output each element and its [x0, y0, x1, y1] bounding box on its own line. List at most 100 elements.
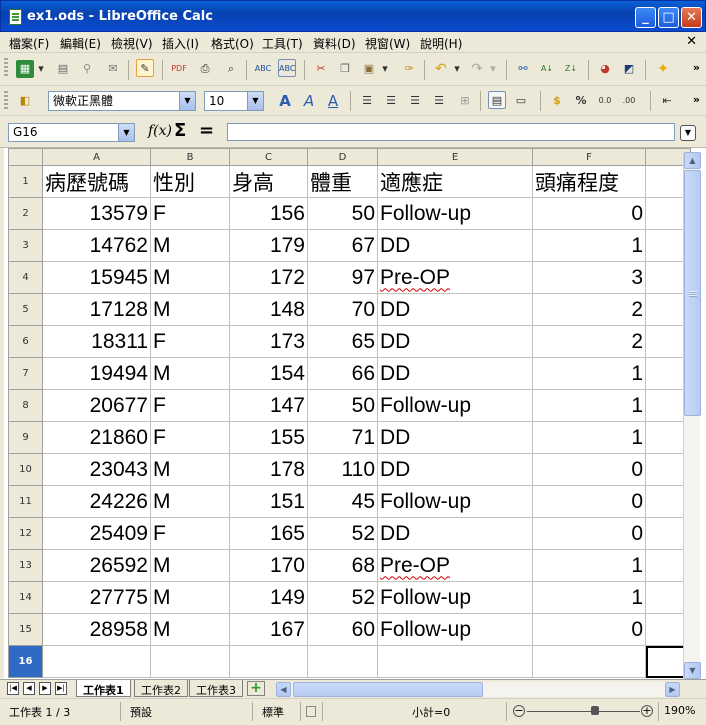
bold-icon[interactable]: A: [276, 92, 294, 110]
cell-weight[interactable]: 60: [307, 613, 378, 646]
sheet-tab-1[interactable]: 工作表1: [76, 680, 131, 697]
row-header-active[interactable]: 16: [8, 645, 43, 678]
row-header[interactable]: 2: [8, 197, 43, 230]
cell-height[interactable]: 172: [229, 261, 308, 294]
last-sheet-icon[interactable]: ▶|: [55, 682, 67, 695]
empty-cell[interactable]: [150, 645, 230, 678]
column-header-c[interactable]: C: [229, 148, 308, 166]
styles-formatting-icon[interactable]: ◧: [16, 92, 34, 110]
cell-patient-id[interactable]: 19494: [42, 357, 151, 390]
cell-headache-level[interactable]: 1: [532, 549, 646, 582]
copy-icon[interactable]: ❐: [336, 60, 354, 78]
cell-patient-id[interactable]: 21860: [42, 421, 151, 454]
horizontal-scroll-thumb[interactable]: [293, 682, 483, 697]
cell-indication[interactable]: DD: [377, 453, 533, 486]
cell-height[interactable]: 155: [229, 421, 308, 454]
cell-height[interactable]: 147: [229, 389, 308, 422]
print-icon[interactable]: ⎙: [196, 60, 214, 78]
open-icon[interactable]: ▤: [54, 60, 72, 78]
cell-headache-level[interactable]: 0: [532, 485, 646, 518]
print-preview-icon[interactable]: ⌕: [222, 60, 240, 78]
empty-cell[interactable]: [229, 645, 308, 678]
cell-headache-level[interactable]: 1: [532, 229, 646, 262]
cell-weight[interactable]: 67: [307, 229, 378, 262]
column-header-e[interactable]: E: [377, 148, 533, 166]
chevron-down-icon[interactable]: ▼: [118, 124, 134, 141]
row-header[interactable]: 8: [8, 389, 43, 422]
zoom-out-icon[interactable]: −: [513, 705, 525, 717]
show-draw-functions-icon[interactable]: ◩: [620, 60, 638, 78]
cell-weight[interactable]: 65: [307, 325, 378, 358]
insert-chart-icon[interactable]: ◕: [596, 60, 614, 78]
row-header[interactable]: 9: [8, 421, 43, 454]
font-size-combo[interactable]: 10 ▼: [204, 91, 264, 111]
font-name-combo[interactable]: 微軟正黑體 ▼: [48, 91, 196, 111]
cell-patient-id[interactable]: 27775: [42, 581, 151, 614]
header-cell-weight[interactable]: 體重: [307, 165, 378, 198]
scroll-right-icon[interactable]: ▶: [665, 682, 680, 697]
cell-gender[interactable]: M: [150, 293, 230, 326]
previous-sheet-icon[interactable]: ◀: [23, 682, 35, 695]
cell-patient-id[interactable]: 26592: [42, 549, 151, 582]
cell-indication[interactable]: Pre-OP: [377, 549, 533, 582]
spreadsheet-grid[interactable]: A B C D E F 1 病歷號碼 性別 身高 體重 適應症 頭痛程度 2 13…: [0, 148, 706, 678]
empty-cell[interactable]: [532, 645, 646, 678]
italic-icon[interactable]: A: [300, 92, 318, 110]
cell-indication[interactable]: DD: [377, 325, 533, 358]
chevron-down-icon[interactable]: ▼: [247, 92, 263, 110]
row-header[interactable]: 12: [8, 517, 43, 550]
column-header-b[interactable]: B: [150, 148, 230, 166]
menu-insert[interactable]: 插入(I): [162, 35, 199, 52]
toolbar-grip[interactable]: [4, 58, 8, 78]
underline-icon[interactable]: A: [324, 92, 342, 110]
column-header-d[interactable]: D: [307, 148, 378, 166]
chevron-down-icon[interactable]: ▼: [179, 92, 195, 110]
cell-indication[interactable]: Follow-up: [377, 485, 533, 518]
empty-cell[interactable]: [377, 645, 533, 678]
cell-patient-id[interactable]: 20677: [42, 389, 151, 422]
row-header[interactable]: 14: [8, 581, 43, 614]
header-cell-height[interactable]: 身高: [229, 165, 308, 198]
scroll-up-icon[interactable]: ▲: [684, 152, 701, 169]
standard-format-icon[interactable]: 0.0: [596, 92, 614, 110]
cell-height[interactable]: 148: [229, 293, 308, 326]
cell-gender[interactable]: M: [150, 485, 230, 518]
cell-indication[interactable]: Follow-up: [377, 389, 533, 422]
first-sheet-icon[interactable]: |◀: [7, 682, 19, 695]
selection-mode[interactable]: 標準: [262, 704, 284, 720]
function-icon[interactable]: =: [199, 120, 214, 141]
menu-edit[interactable]: 編輯(E): [60, 35, 101, 52]
toolbar-overflow-icon[interactable]: »: [693, 61, 700, 74]
cell-patient-id[interactable]: 17128: [42, 293, 151, 326]
row-header[interactable]: 11: [8, 485, 43, 518]
wrap-text-icon[interactable]: ▤: [488, 91, 506, 109]
cell-gender[interactable]: F: [150, 421, 230, 454]
zoom-level[interactable]: 190%: [664, 704, 695, 717]
row-header[interactable]: 6: [8, 325, 43, 358]
cell-headache-level[interactable]: 2: [532, 325, 646, 358]
save-icon[interactable]: ⚲: [78, 60, 96, 78]
sheet-tab-3[interactable]: 工作表3: [189, 680, 243, 697]
cut-icon[interactable]: ✂: [312, 60, 330, 78]
cell-headache-level[interactable]: 0: [532, 613, 646, 646]
minimize-button[interactable]: _: [635, 7, 656, 28]
zoom-slider-track[interactable]: [527, 711, 640, 712]
cell-patient-id[interactable]: 18311: [42, 325, 151, 358]
menu-format[interactable]: 格式(O): [211, 35, 254, 52]
sort-ascending-icon[interactable]: A↓: [538, 60, 556, 78]
row-header[interactable]: 15: [8, 613, 43, 646]
cell-gender[interactable]: F: [150, 517, 230, 550]
new-document-icon[interactable]: ▦: [16, 60, 34, 78]
cell-indication[interactable]: Follow-up: [377, 581, 533, 614]
cell-height[interactable]: 154: [229, 357, 308, 390]
edit-mode-icon[interactable]: ✎: [136, 59, 154, 77]
close-button[interactable]: ✕: [681, 7, 702, 28]
select-all-corner[interactable]: [8, 148, 43, 166]
cell-patient-id[interactable]: 15945: [42, 261, 151, 294]
cell-gender[interactable]: M: [150, 549, 230, 582]
scroll-left-icon[interactable]: ◀: [276, 682, 291, 697]
currency-format-icon[interactable]: $: [548, 92, 566, 110]
vertical-scrollbar[interactable]: ▲ ▼: [683, 152, 701, 680]
spellcheck-icon[interactable]: ABC: [254, 60, 272, 78]
cell-height[interactable]: 178: [229, 453, 308, 486]
